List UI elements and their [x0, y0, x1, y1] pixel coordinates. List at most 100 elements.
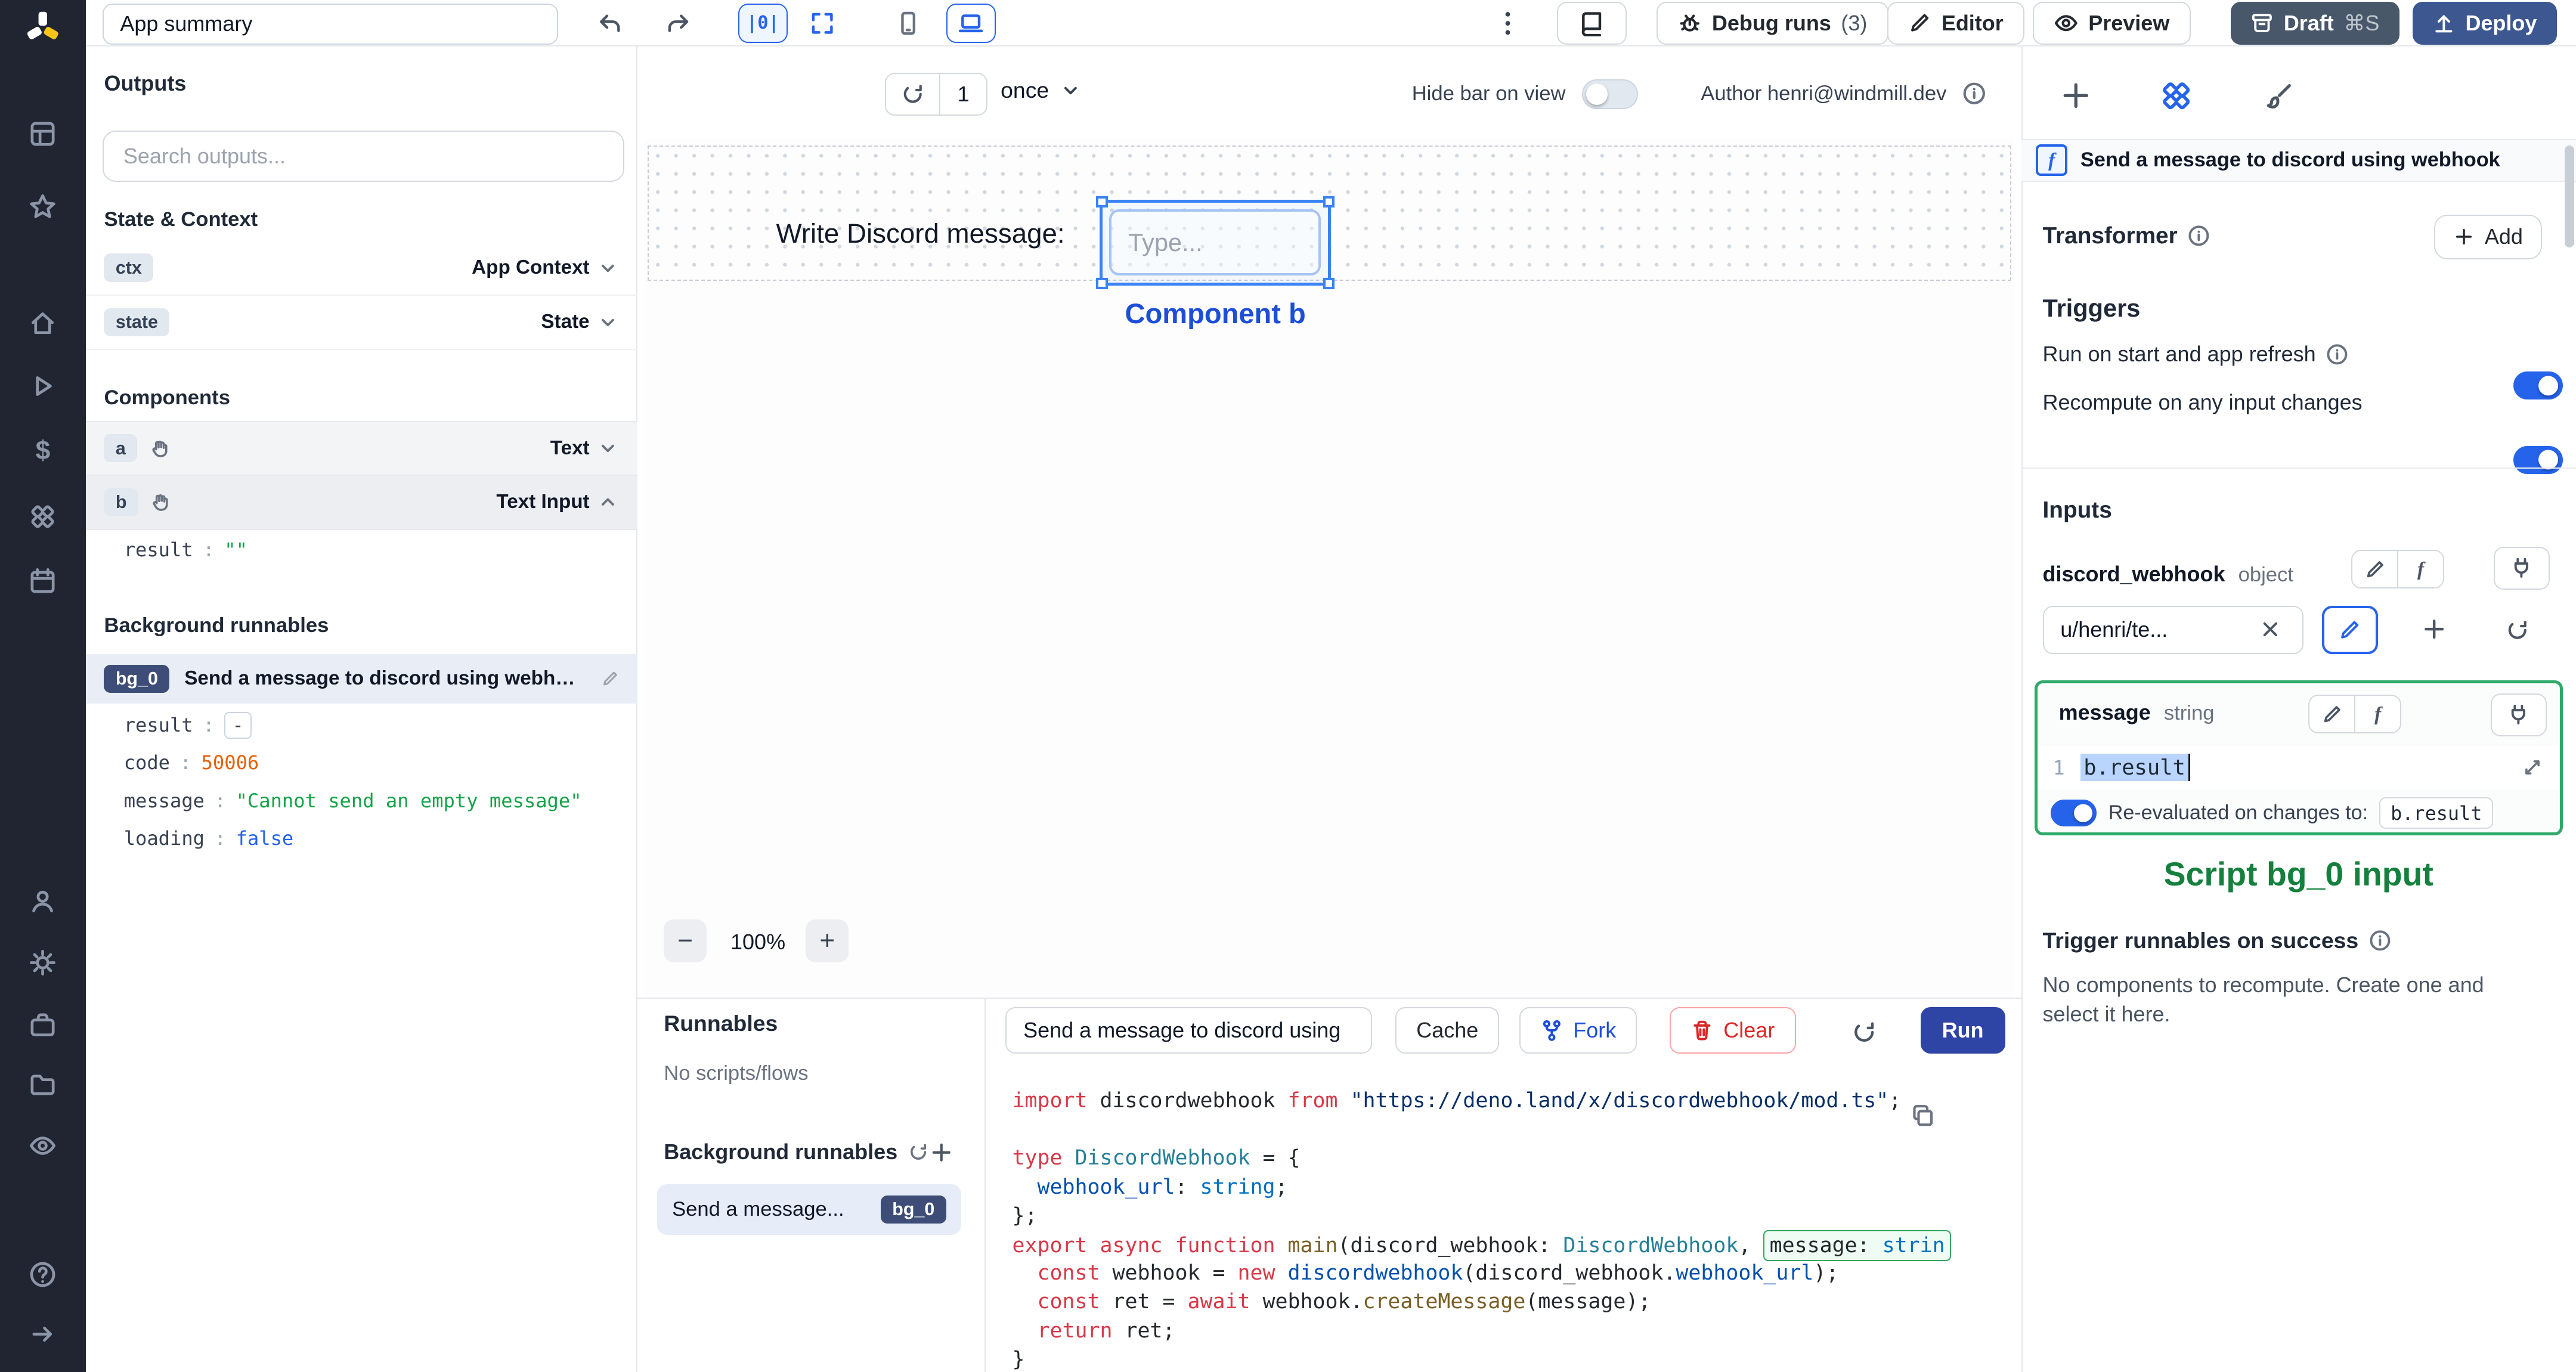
add-transformer-button[interactable]: Add	[2433, 214, 2543, 259]
resize-handle-nw[interactable]	[1096, 196, 1108, 208]
reeval-target-badge[interactable]: b.result	[2379, 797, 2493, 829]
hub-icon[interactable]	[0, 492, 86, 541]
folder-icon[interactable]	[0, 1060, 86, 1110]
connect-plug-icon[interactable]	[2490, 693, 2547, 736]
add-resource-plus-icon[interactable]	[2421, 616, 2447, 642]
info-icon[interactable]	[2326, 343, 2349, 366]
zoom-out-button[interactable]: −	[664, 919, 707, 963]
app-summary-input[interactable]	[102, 3, 558, 45]
component-settings-tab[interactable]	[2157, 76, 2196, 115]
draft-button[interactable]: Draft ⌘S	[2231, 1, 2399, 45]
chevron-down-icon[interactable]	[596, 256, 620, 280]
component-b-badge: b	[104, 488, 138, 516]
hand-pointer-icon[interactable]	[150, 491, 171, 513]
reeval-toggle[interactable]	[2050, 800, 2097, 826]
kebab-menu-icon[interactable]	[1494, 5, 1521, 41]
app-window: $ |0| Debug runs (3) Editor Preview Draf…	[0, 0, 2576, 1372]
align-width-button[interactable]: |0|	[738, 3, 788, 43]
code-editor[interactable]: import discordwebhook from "https://deno…	[986, 1070, 2021, 1372]
star-icon[interactable]	[0, 182, 86, 231]
component-row-b[interactable]: b Text Input	[85, 475, 637, 530]
clear-resource-x-icon[interactable]	[2259, 618, 2282, 641]
component-b-annotation: Component b	[1125, 298, 1306, 330]
cache-button[interactable]: Cache	[1395, 1007, 1500, 1054]
grid-icon[interactable]	[0, 109, 86, 159]
refresh-resource-icon[interactable]	[2505, 618, 2530, 643]
insert-component-tab[interactable]	[2056, 76, 2095, 115]
fork-button[interactable]: Fork	[1519, 1007, 1637, 1054]
resize-handle-se[interactable]	[1323, 277, 1335, 290]
connect-plug-icon[interactable]	[2493, 546, 2550, 590]
align-width-icon: |0|	[746, 13, 779, 34]
home-icon[interactable]	[0, 299, 86, 348]
desktop-view-button[interactable]	[946, 3, 996, 43]
edit-pencil-icon[interactable]	[601, 670, 619, 687]
docs-button[interactable]	[1557, 1, 1627, 45]
debug-runs-button[interactable]: Debug runs (3)	[1656, 1, 1888, 45]
output-row-state[interactable]: state State	[85, 296, 637, 351]
clear-button[interactable]: Clear	[1669, 1007, 1796, 1054]
hide-bar-toggle[interactable]	[1581, 79, 1639, 109]
static-mode-pencil-icon[interactable]	[2309, 696, 2354, 732]
add-background-runnable-button[interactable]	[925, 1136, 958, 1169]
fullscreen-icon[interactable]	[798, 4, 847, 43]
refresh-runnable-icon[interactable]	[1846, 1014, 1883, 1050]
info-icon[interactable]	[1962, 81, 1987, 106]
collapse-arrow-icon[interactable]	[0, 1309, 86, 1359]
selected-component-outline[interactable]	[1096, 196, 1335, 290]
hand-pointer-icon[interactable]	[149, 438, 171, 459]
user-icon[interactable]	[0, 877, 86, 926]
expand-editor-icon[interactable]	[2522, 757, 2543, 778]
editor-tab-button[interactable]: Editor	[1887, 1, 2024, 45]
undo-button[interactable]	[591, 5, 627, 41]
gear-icon[interactable]	[0, 938, 86, 987]
background-runnable-item[interactable]: Send a message... bg_0	[657, 1184, 961, 1235]
eye-icon[interactable]	[0, 1121, 86, 1170]
output-row-ctx[interactable]: ctx App Context	[85, 241, 637, 296]
background-runnable-row[interactable]: bg_0 Send a message to discord using web…	[85, 654, 637, 704]
scrollbar-thumb[interactable]	[2564, 145, 2575, 248]
schedule-dropdown[interactable]: once	[1001, 78, 1082, 103]
static-mode-pencil-icon[interactable]	[2352, 551, 2397, 587]
expression-editor-row[interactable]: 1 b.result	[2037, 746, 2560, 789]
zoom-in-button[interactable]: +	[806, 919, 849, 963]
mobile-view-icon[interactable]	[884, 4, 933, 43]
copy-code-icon[interactable]	[1911, 1103, 1936, 1128]
expression-value[interactable]: b.result	[2080, 753, 2191, 782]
search-outputs-input[interactable]	[102, 130, 624, 182]
info-icon[interactable]	[2187, 224, 2210, 247]
preview-tab-button[interactable]: Preview	[2032, 1, 2191, 45]
redo-button[interactable]	[661, 5, 697, 41]
text-component-a[interactable]: Write Discord message:	[776, 218, 1065, 249]
windmill-logo[interactable]	[20, 10, 66, 53]
chevron-up-icon[interactable]	[596, 491, 620, 514]
resize-handle-ne[interactable]	[1323, 196, 1335, 208]
help-icon[interactable]	[0, 1250, 86, 1299]
cache-label: Cache	[1416, 1017, 1479, 1042]
run-on-start-toggle[interactable]	[2513, 371, 2563, 400]
edit-resource-pencil-button[interactable]	[2321, 606, 2378, 654]
draft-shortcut: ⌘S	[2343, 10, 2380, 35]
run-button[interactable]: Run	[1920, 1007, 2005, 1054]
eval-mode-fx-icon[interactable]: f	[2354, 696, 2400, 733]
dollar-icon[interactable]: $	[0, 426, 86, 475]
theme-tab[interactable]	[2259, 76, 2298, 115]
component-row-a[interactable]: a Text	[85, 421, 637, 476]
info-icon[interactable]	[2368, 929, 2392, 952]
chevron-down-icon[interactable]	[596, 436, 620, 460]
chevron-down-icon[interactable]	[596, 311, 620, 334]
archive-icon	[2252, 14, 2272, 33]
eval-mode-fx-icon[interactable]: f	[2397, 551, 2443, 588]
refresh-app-icon[interactable]	[886, 74, 939, 114]
briefcase-icon[interactable]	[0, 1001, 86, 1050]
schedule-value: once	[1001, 78, 1049, 103]
resize-handle-sw[interactable]	[1096, 277, 1108, 290]
collapsed-value-box[interactable]: -	[224, 711, 252, 739]
deploy-button[interactable]: Deploy	[2412, 1, 2557, 45]
play-icon[interactable]	[0, 361, 86, 411]
text-input-component-b[interactable]	[1109, 209, 1321, 275]
recompute-toggle[interactable]	[2513, 445, 2563, 474]
selected-runnable-header: f Send a message to discord using webhoo…	[2021, 138, 2576, 182]
calendar-icon[interactable]	[0, 556, 86, 606]
runnable-title-input[interactable]	[1005, 1007, 1373, 1054]
